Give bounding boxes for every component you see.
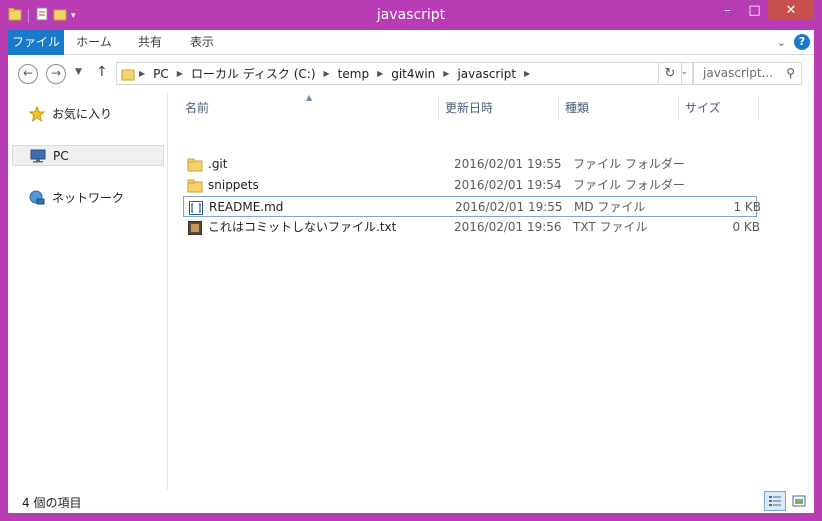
status-bar: 4 個の項目 — [8, 490, 814, 513]
chevron-right-icon[interactable]: ▶ — [520, 69, 534, 78]
file-size — [688, 154, 760, 175]
refresh-button[interactable]: ↻ — [658, 62, 682, 85]
star-icon — [28, 105, 46, 122]
file-name-cell: これはコミットしないファイル.txt — [187, 217, 396, 238]
explorer-window: ▾ javascript – □ ✕ ファイル ホーム 共有 表示 ⌄ ? ← … — [0, 0, 822, 521]
title-bar: ▾ javascript – □ ✕ — [0, 0, 822, 30]
nav-item-label: お気に入り — [52, 107, 113, 121]
file-list: ▲ 名前 更新日時 種類 サイズ .git 2016/02/01 19:55 フ… — [168, 93, 814, 490]
details-view-button[interactable] — [764, 491, 786, 511]
breadcrumb-temp[interactable]: temp — [334, 67, 373, 81]
folder-icon — [187, 158, 203, 172]
folder-icon — [121, 67, 135, 81]
md-file-icon — [188, 200, 204, 216]
breadcrumb-git4win[interactable]: git4win — [387, 67, 439, 81]
column-header-date[interactable]: 更新日時 — [440, 97, 558, 119]
nav-item-label: PC — [53, 148, 69, 163]
expand-ribbon-icon[interactable]: ⌄ — [777, 36, 786, 49]
file-date: 2016/02/01 19:56 — [454, 220, 562, 234]
search-placeholder: javascript... — [703, 66, 774, 80]
computer-icon — [29, 149, 47, 163]
column-divider[interactable] — [558, 97, 559, 119]
ribbon-right-controls: ⌄ ? — [777, 34, 810, 50]
column-header-size[interactable]: サイズ — [680, 97, 758, 119]
up-arrow-icon[interactable]: ↑ — [96, 64, 108, 80]
file-name-cell: snippets — [187, 175, 259, 196]
details-view-icon — [768, 495, 782, 507]
column-header-name[interactable]: 名前 — [180, 97, 438, 119]
large-icons-view-button[interactable] — [788, 491, 810, 511]
tab-share[interactable]: 共有 — [126, 30, 174, 55]
view-switcher — [764, 491, 810, 511]
back-button[interactable]: ← — [18, 64, 38, 84]
breadcrumb-pc[interactable]: PC — [149, 67, 173, 81]
ribbon-tabs: ファイル ホーム 共有 表示 ⌄ ? — [8, 30, 814, 55]
navigation-pane: お気に入り PC ネットワーク — [8, 93, 168, 490]
search-icon: ⚲ — [786, 66, 795, 80]
column-header-type[interactable]: 種類 — [560, 97, 678, 119]
file-name: snippets — [208, 178, 259, 192]
file-name-cell: .git — [187, 154, 227, 175]
tab-file[interactable]: ファイル — [8, 30, 64, 55]
minimize-button[interactable]: – — [714, 0, 741, 20]
file-name: .git — [208, 157, 228, 171]
nav-item-label: ネットワーク — [52, 191, 125, 205]
nav-item-pc[interactable]: PC — [12, 145, 164, 166]
breadcrumb-javascript[interactable]: javascript — [453, 67, 520, 81]
file-type: TXT ファイル — [573, 220, 648, 234]
nav-item-network[interactable]: ネットワーク — [12, 187, 164, 208]
search-input[interactable]: javascript... ⚲ — [693, 62, 802, 85]
file-row[interactable]: これはコミットしないファイル.txt 2016/02/01 19:56 TXT … — [183, 217, 760, 238]
file-name-cell: README.md — [188, 197, 283, 218]
recent-locations-icon[interactable]: ▼ — [75, 67, 82, 77]
maximize-button[interactable]: □ — [741, 0, 768, 20]
column-divider[interactable] — [758, 97, 759, 119]
address-row: ← → ▼ ↑ ▶ PC ▶ ローカル ディスク (C:) ▶ temp ▶ g… — [8, 55, 814, 93]
file-date: 2016/02/01 19:54 — [454, 178, 562, 192]
window-client: ファイル ホーム 共有 表示 ⌄ ? ← → ▼ ↑ ▶ PC ▶ ローカル デ… — [8, 30, 814, 513]
nav-item-favorites[interactable]: お気に入り — [12, 103, 164, 124]
tab-home[interactable]: ホーム — [68, 30, 120, 55]
window-controls: – □ ✕ — [714, 0, 814, 20]
file-size: 0 KB — [732, 220, 760, 234]
chevron-right-icon[interactable]: ▶ — [173, 69, 187, 78]
file-type: MD ファイル — [574, 200, 646, 214]
column-divider[interactable] — [678, 97, 679, 119]
file-row[interactable]: .git 2016/02/01 19:55 ファイル フォルダー — [183, 154, 757, 175]
file-size: 1 KB — [733, 200, 761, 214]
close-button[interactable]: ✕ — [768, 0, 814, 20]
item-count: 4 個の項目 — [22, 496, 82, 510]
chevron-right-icon[interactable]: ▶ — [135, 69, 149, 78]
folder-icon — [187, 179, 203, 193]
file-type: ファイル フォルダー — [573, 157, 685, 171]
file-name: README.md — [209, 200, 284, 214]
column-divider[interactable] — [438, 97, 439, 119]
network-icon — [28, 190, 46, 206]
forward-button[interactable]: → — [46, 64, 66, 84]
breadcrumb-local-disk[interactable]: ローカル ディスク (C:) — [187, 65, 320, 82]
file-row[interactable]: README.md 2016/02/01 19:55 MD ファイル 1 KB — [183, 196, 761, 218]
txt-file-icon — [187, 220, 203, 236]
file-row[interactable]: snippets 2016/02/01 19:54 ファイル フォルダー — [183, 175, 757, 196]
file-date: 2016/02/01 19:55 — [454, 157, 562, 171]
file-name: これはコミットしないファイル.txt — [208, 220, 397, 234]
file-type: ファイル フォルダー — [573, 178, 685, 192]
help-icon[interactable]: ? — [794, 34, 810, 50]
file-date: 2016/02/01 19:55 — [455, 200, 563, 214]
chevron-right-icon[interactable]: ▶ — [373, 69, 387, 78]
address-bar[interactable]: ▶ PC ▶ ローカル ディスク (C:) ▶ temp ▶ git4win ▶… — [116, 62, 693, 85]
chevron-right-icon[interactable]: ▶ — [320, 69, 334, 78]
tab-view[interactable]: 表示 — [176, 30, 228, 55]
large-icons-view-icon — [792, 495, 806, 507]
file-size — [688, 175, 760, 196]
window-title: javascript — [376, 7, 446, 23]
chevron-right-icon[interactable]: ▶ — [439, 69, 453, 78]
